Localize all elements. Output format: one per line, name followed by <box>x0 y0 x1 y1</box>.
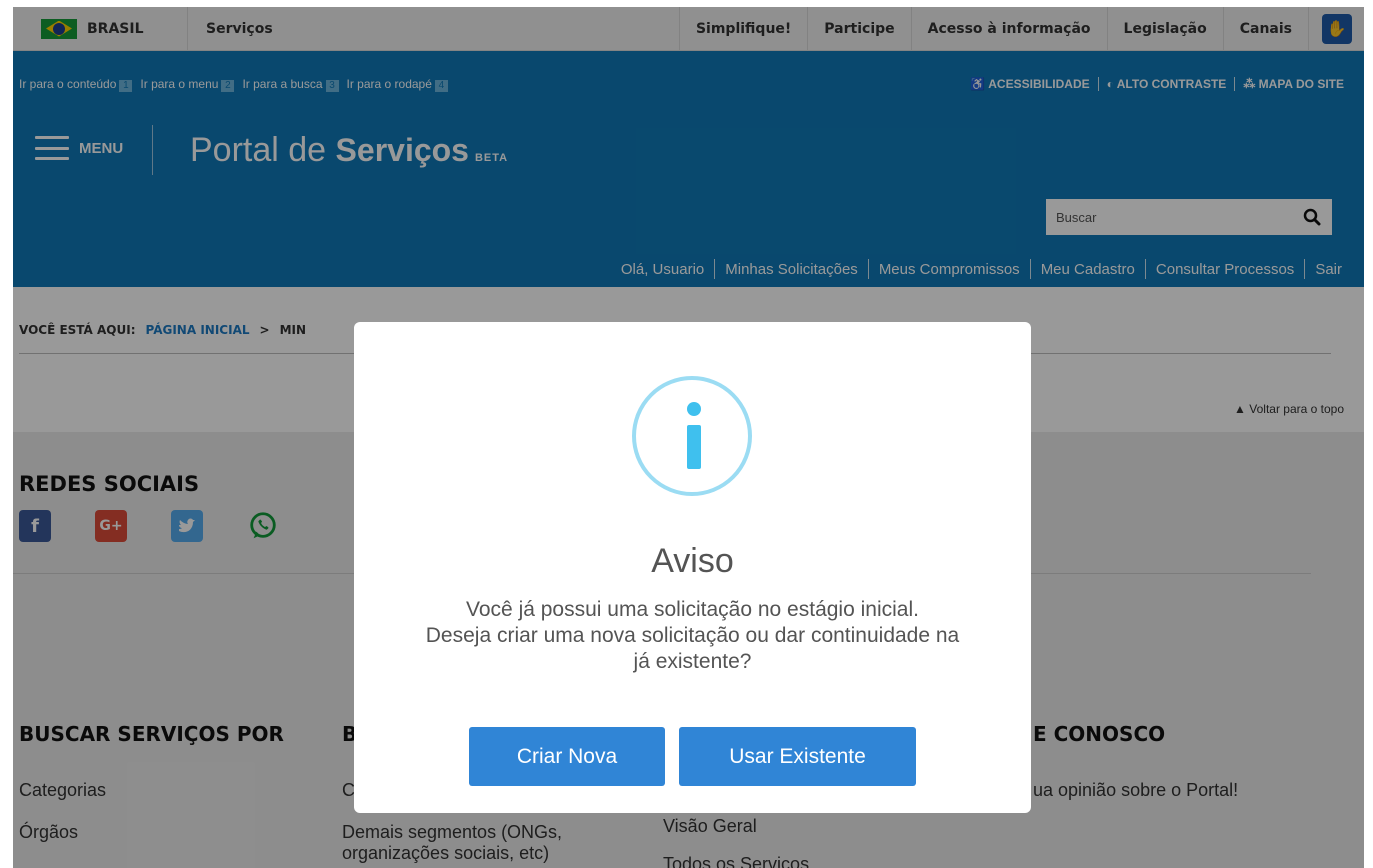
create-new-button[interactable]: Criar Nova <box>469 727 665 786</box>
use-existing-button[interactable]: Usar Existente <box>679 727 916 786</box>
dialog-message: Você já possui uma solicitação no estági… <box>425 598 960 673</box>
warning-dialog: Aviso Você já possui uma solicitação no … <box>354 322 1031 813</box>
info-icon <box>632 376 752 496</box>
dialog-title: Aviso <box>651 542 734 580</box>
